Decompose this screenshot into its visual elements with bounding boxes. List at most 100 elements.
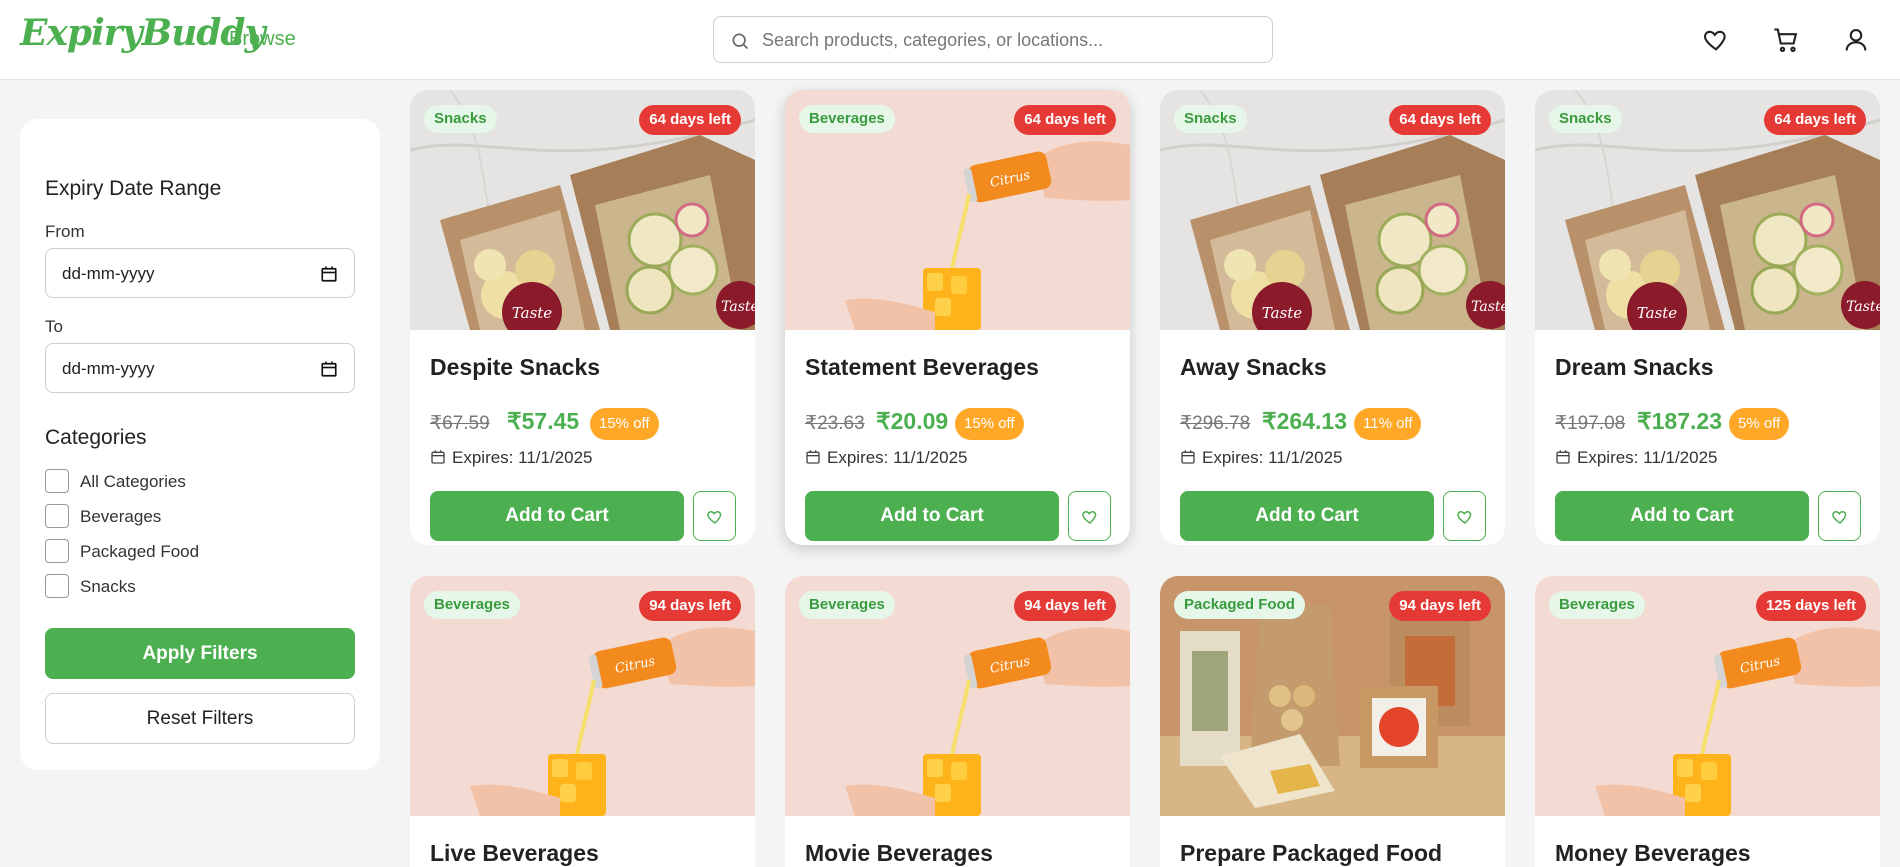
sale-price: ₹20.09 [876,408,949,434]
calendar-icon [1180,448,1202,467]
category-checkbox-snacks[interactable] [45,574,69,598]
categories-heading: Categories [45,426,147,449]
wishlist-button[interactable] [1068,491,1111,541]
calendar-icon [1555,448,1577,467]
product-card[interactable]: Citrus Beverages 125 days left Money Bev… [1535,576,1880,867]
svg-text:Taste: Taste [512,304,553,322]
category-label: Beverages [80,507,162,526]
category-badge: Snacks [1174,105,1247,133]
discount-badge: 15% off [590,408,659,440]
wishlist-button[interactable] [1443,491,1486,541]
expiry-text: Expires: 11/1/2025 [1577,448,1718,467]
product-name[interactable]: Dream Snacks [1555,354,1714,381]
heart-icon[interactable] [1702,26,1730,54]
sale-price: ₹57.45 [507,408,580,434]
add-to-cart-button[interactable]: Add to Cart [430,491,684,541]
expiry-text: Expires: 11/1/2025 [452,448,593,467]
search-bar[interactable] [713,16,1273,63]
days-left-badge: 64 days left [639,105,741,135]
category-badge: Packaged Food [1174,591,1305,619]
category-label: Packaged Food [80,542,200,561]
reset-filters-button[interactable]: Reset Filters [45,693,355,744]
days-left-badge: 94 days left [639,591,741,621]
days-left-badge: 64 days left [1764,105,1866,135]
filter-sidebar: Expiry Date Range From dd-mm-yyyy To dd-… [20,119,380,770]
expiry-date: Expires: 11/1/2025 [805,448,968,468]
add-to-cart-button[interactable]: Add to Cart [805,491,1059,541]
days-left-badge: 94 days left [1389,591,1491,621]
to-date-input[interactable]: dd-mm-yyyy [45,343,355,393]
sale-price: ₹187.23 [1637,408,1722,434]
category-badge: Beverages [799,105,895,133]
add-to-cart-button[interactable]: Add to Cart [1555,491,1809,541]
product-name[interactable]: Prepare Packaged Food [1180,840,1442,867]
calendar-icon [805,448,827,467]
category-checkbox-all[interactable] [45,469,69,493]
from-date-input[interactable]: dd-mm-yyyy [45,248,355,298]
search-input[interactable] [762,25,1252,55]
calendar-icon[interactable] [320,360,338,378]
product-name[interactable]: Away Snacks [1180,354,1327,381]
discount-badge: 15% off [955,408,1024,440]
sale-price: ₹264.13 [1262,408,1347,434]
svg-text:Taste: Taste [1637,304,1678,322]
product-card[interactable]: Citrus Beverages 64 days left Statement … [785,90,1130,545]
category-checkbox-packaged-food[interactable] [45,539,69,563]
category-label: Snacks [80,577,136,596]
from-label: From [45,222,85,241]
expiry-text: Expires: 11/1/2025 [827,448,968,467]
product-name[interactable]: Despite Snacks [430,354,600,381]
expiry-date: Expires: 11/1/2025 [1555,448,1718,468]
user-icon[interactable] [1842,26,1870,54]
product-card[interactable]: Citrus Beverages 94 days left Live Bever… [410,576,755,867]
original-price: ₹23.63 [805,413,865,434]
wishlist-button[interactable] [693,491,736,541]
discount-badge: 5% off [1729,408,1790,440]
days-left-badge: 64 days left [1389,105,1491,135]
product-name[interactable]: Movie Beverages [805,840,993,867]
category-badge: Beverages [424,591,520,619]
search-icon [732,33,749,50]
expiry-date: Expires: 11/1/2025 [1180,448,1343,468]
from-date-value: dd-mm-yyyy [62,264,155,283]
category-checkbox-beverages[interactable] [45,504,69,528]
category-badge: Beverages [799,591,895,619]
svg-text:Taste: Taste [721,299,755,315]
product-card[interactable]: Citrus Beverages 94 days left Movie Beve… [785,576,1130,867]
category-badge: Snacks [1549,105,1622,133]
to-label: To [45,317,63,336]
original-price: ₹296.78 [1180,413,1251,434]
product-name[interactable]: Statement Beverages [805,354,1039,381]
top-header: ExpiryBuddy Browse [0,0,1900,80]
logo[interactable]: ExpiryBuddy [20,12,265,54]
apply-filters-button[interactable]: Apply Filters [45,628,355,679]
days-left-badge: 125 days left [1755,591,1866,621]
calendar-icon [430,448,452,467]
svg-text:Taste: Taste [1471,299,1505,315]
category-badge: Beverages [1549,591,1645,619]
add-to-cart-button[interactable]: Add to Cart [1180,491,1434,541]
original-price: ₹197.08 [1555,413,1626,434]
cart-icon[interactable] [1772,26,1800,54]
expiry-date: Expires: 11/1/2025 [430,448,593,468]
calendar-icon[interactable] [320,265,338,283]
browse-link[interactable]: Browse [229,28,296,51]
product-card[interactable]: Taste Taste Snacks 64 days left Despite … [410,90,755,545]
product-name[interactable]: Money Beverages [1555,840,1751,867]
svg-text:Taste: Taste [1262,304,1303,322]
product-card[interactable]: Taste Taste Snacks 64 days left Dream Sn… [1535,90,1880,545]
wishlist-button[interactable] [1818,491,1861,541]
product-card[interactable]: Packaged Food 94 days left Prepare Packa… [1160,576,1505,867]
original-price: ₹67.59 [430,413,490,434]
category-label: All Categories [80,472,186,491]
expiry-text: Expires: 11/1/2025 [1202,448,1343,467]
category-badge: Snacks [424,105,497,133]
to-date-value: dd-mm-yyyy [62,359,155,378]
discount-badge: 11% off [1354,408,1422,440]
svg-text:Taste: Taste [1846,299,1880,315]
days-left-badge: 64 days left [1014,105,1116,135]
product-name[interactable]: Live Beverages [430,840,599,867]
product-card[interactable]: Taste Taste Snacks 64 days left Away Sna… [1160,90,1505,545]
days-left-badge: 94 days left [1014,591,1116,621]
expiry-range-heading: Expiry Date Range [45,177,222,200]
